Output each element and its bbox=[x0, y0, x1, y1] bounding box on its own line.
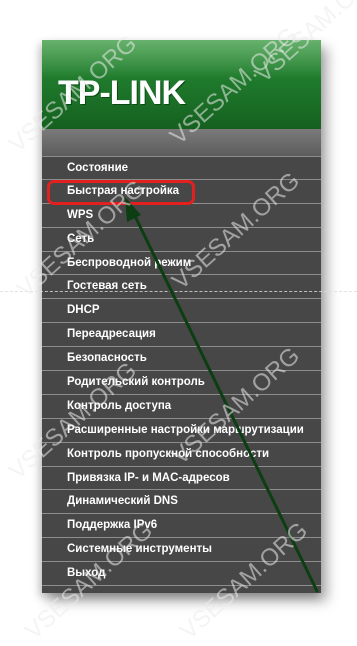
tp-link-logo: TP-LINK bbox=[58, 74, 186, 112]
menu-item-guest-network[interactable]: Гостевая сеть bbox=[42, 275, 321, 300]
highlight-box bbox=[47, 180, 195, 205]
sidebar-menu: Состояние Быстрая настройка WPS Сеть Бес… bbox=[42, 156, 321, 587]
menu-item-wireless[interactable]: Беспроводной режим bbox=[42, 252, 321, 276]
menu-item-logout[interactable]: Выход bbox=[42, 562, 321, 587]
menu-item-access-control[interactable]: Контроль доступа bbox=[42, 395, 321, 419]
router-admin-panel: TP-LINK Состояние Быстрая настройка WPS … bbox=[42, 40, 321, 593]
menu-item-ip-mac-binding[interactable]: Привязка IP- и MAC-адресов bbox=[42, 467, 321, 491]
menu-item-dhcp[interactable]: DHCP bbox=[42, 299, 321, 324]
header-subbar bbox=[42, 129, 321, 157]
menu-item-security[interactable]: Безопасность bbox=[42, 347, 321, 372]
menu-item-network[interactable]: Сеть bbox=[42, 228, 321, 252]
menu-item-wps[interactable]: WPS bbox=[42, 204, 321, 228]
menu-item-forwarding[interactable]: Переадресация bbox=[42, 323, 321, 348]
menu-item-status[interactable]: Состояние bbox=[42, 156, 321, 180]
menu-item-system-tools[interactable]: Системные инструменты bbox=[42, 538, 321, 563]
menu-item-parental-control[interactable]: Родительский контроль bbox=[42, 371, 321, 395]
menu-item-dynamic-dns[interactable]: Динамический DNS bbox=[42, 490, 321, 515]
dashed-divider bbox=[0, 291, 357, 292]
header-banner: TP-LINK bbox=[42, 40, 321, 129]
menu-item-bandwidth-control[interactable]: Контроль пропускной способности bbox=[42, 443, 321, 467]
menu-item-ipv6-support[interactable]: Поддержка IPv6 bbox=[42, 514, 321, 539]
menu-item-advanced-routing[interactable]: Расширенные настройки маршрутизации bbox=[42, 419, 321, 443]
